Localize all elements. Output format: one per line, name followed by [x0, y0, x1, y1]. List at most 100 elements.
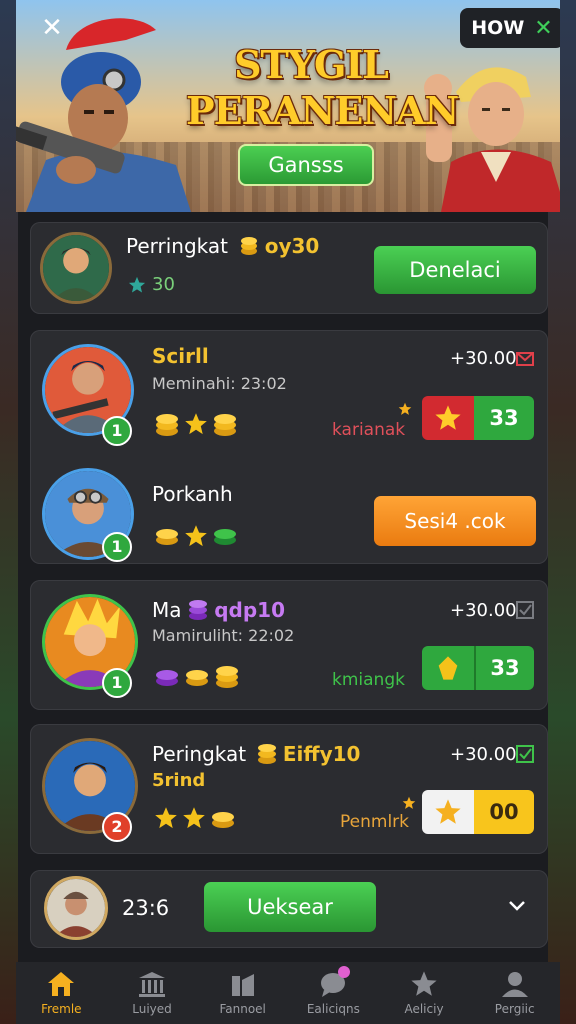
match-status-label: Penmlrk [340, 812, 409, 832]
star-icon [407, 968, 441, 1000]
close-button[interactable]: ✕ [36, 12, 68, 44]
notification-dot [338, 966, 351, 978]
nav-item-star[interactable]: Aeliciy [379, 962, 470, 1024]
match-player-name: Scirll [152, 344, 209, 368]
nav-label: Aeliciy [404, 1002, 444, 1016]
columns-icon [135, 968, 169, 1000]
avatar [44, 876, 108, 940]
match-card: 1 Scirll Meminahi: 23:02 +30.00 karianak… [30, 330, 548, 564]
score-box: 33 [422, 396, 534, 440]
nav-label: Fremle [41, 1002, 82, 1016]
star-icon [402, 796, 416, 809]
nav-item-home[interactable]: Fremle [16, 962, 107, 1024]
session-button[interactable]: Sesi4 .cok [374, 496, 536, 546]
coin-stack-icon [257, 744, 276, 764]
games-button[interactable]: Gansss [238, 144, 374, 186]
bottom-navigation: Fremle Luiyed Fannoel Ealiciqns Aeliciy … [16, 962, 560, 1024]
star-icon [422, 790, 474, 834]
reward-icons [154, 410, 238, 438]
nav-item-columns[interactable]: Luiyed [107, 962, 198, 1024]
coin-stack-icon [214, 414, 236, 436]
home-icon [44, 968, 78, 1000]
coin-stack-icon [216, 666, 238, 688]
nav-item-chat[interactable]: Ealiciqns [288, 962, 379, 1024]
star-icon [398, 402, 412, 415]
star-icon [155, 807, 177, 829]
coin-stack-icon [241, 237, 258, 255]
match-time: Meminahi: 23:02 [152, 374, 287, 393]
match-status-label: karianak [332, 420, 406, 440]
match-amount: +30.00 [450, 600, 517, 621]
detail-button[interactable]: Denelaci [374, 246, 536, 294]
search-button[interactable]: Ueksear [204, 882, 376, 932]
footer-action-bar: 23:6 Ueksear [30, 870, 548, 948]
match-player-name-prefix: Ma [152, 598, 182, 622]
checkbox-icon [516, 601, 534, 619]
match-player-name-suffix: Eiffy10 [282, 742, 361, 766]
star-icon [185, 413, 207, 435]
chevron-down-icon[interactable] [506, 894, 528, 916]
level-badge: 2 [102, 812, 132, 842]
coin-stack-icon [156, 414, 178, 436]
star-icon [185, 525, 207, 547]
score-box: 00 [422, 790, 534, 834]
match-score: 33 [474, 396, 534, 440]
how-label: HOW [471, 17, 525, 39]
star-icon [422, 396, 474, 440]
page-title: STYGIL PERANENAN [186, 42, 459, 134]
match-player-name-prefix: Peringkat [152, 742, 247, 766]
avatar [40, 232, 112, 304]
nav-label: Pergiic [494, 1002, 535, 1016]
coin-stack-icon [156, 529, 178, 545]
gem-coin-icon [188, 600, 207, 620]
nav-item-profile[interactable]: Pergiic [469, 962, 560, 1024]
star-icon [183, 807, 205, 829]
gem-coin-icon [214, 529, 236, 545]
rank-label: Perringkat [126, 234, 229, 258]
match-player-name: Peringkat Eiffy10 [152, 740, 360, 766]
timer-text: 23:6 [122, 896, 170, 920]
reward-icons [154, 522, 238, 550]
rank-title: Perringkat oy30 [126, 234, 319, 258]
match-amount: +30.00 [450, 744, 517, 765]
level-badge: 1 [102, 416, 132, 446]
match-status-label: kmiangk [332, 670, 405, 690]
rank-star-value: 30 [152, 274, 175, 295]
match-score: 00 [474, 790, 534, 834]
level-badge: 1 [102, 532, 132, 562]
nav-label: Luiyed [132, 1002, 172, 1016]
match-amount: +30.00 [450, 348, 517, 369]
match-subtitle: 5rind [152, 770, 206, 791]
score-box: 33 [422, 646, 534, 690]
nav-label: Ealiciqns [306, 1002, 360, 1016]
reward-icons [154, 804, 236, 832]
match-player-name-suffix: qdp10 [214, 598, 286, 622]
gem-coin-icon [156, 670, 178, 686]
checkbox-icon [516, 745, 534, 763]
profile-icon [498, 968, 532, 1000]
how-to-play-button[interactable]: HOW ✕ [460, 8, 560, 48]
match-player-name: Porkanh [152, 482, 233, 506]
star-icon [128, 276, 146, 293]
title-line-1: STYGIL [234, 42, 389, 87]
mail-icon [516, 352, 534, 366]
chat-icon [316, 966, 351, 1000]
gem-icon [422, 646, 474, 690]
close-icon: ✕ [534, 15, 553, 41]
level-badge: 1 [102, 668, 132, 698]
coin-stack-icon [212, 812, 234, 828]
hero-banner: ✕ HOW ✕ STYGIL PERANENAN Gansss [16, 0, 560, 212]
coin-stack-icon [186, 670, 208, 686]
building-icon [226, 968, 260, 1000]
match-card: 2 Peringkat Eiffy10 5rind +30.00 Penmlrk… [30, 724, 548, 854]
nav-label: Fannoel [219, 1002, 266, 1016]
reward-icons [154, 662, 240, 690]
close-icon: ✕ [41, 13, 63, 43]
title-line-2: PERANENAN [186, 88, 459, 133]
match-card: 1 Ma qdp10 Mamiruliht: 22:02 +30.00 kmia… [30, 580, 548, 710]
rank-coin-text: oy30 [264, 234, 320, 258]
match-score: 33 [474, 646, 534, 690]
match-time: Mamiruliht: 22:02 [152, 626, 295, 645]
nav-item-building[interactable]: Fannoel [197, 962, 288, 1024]
player-rank-card: Perringkat oy30 30 Denelaci [30, 222, 548, 314]
